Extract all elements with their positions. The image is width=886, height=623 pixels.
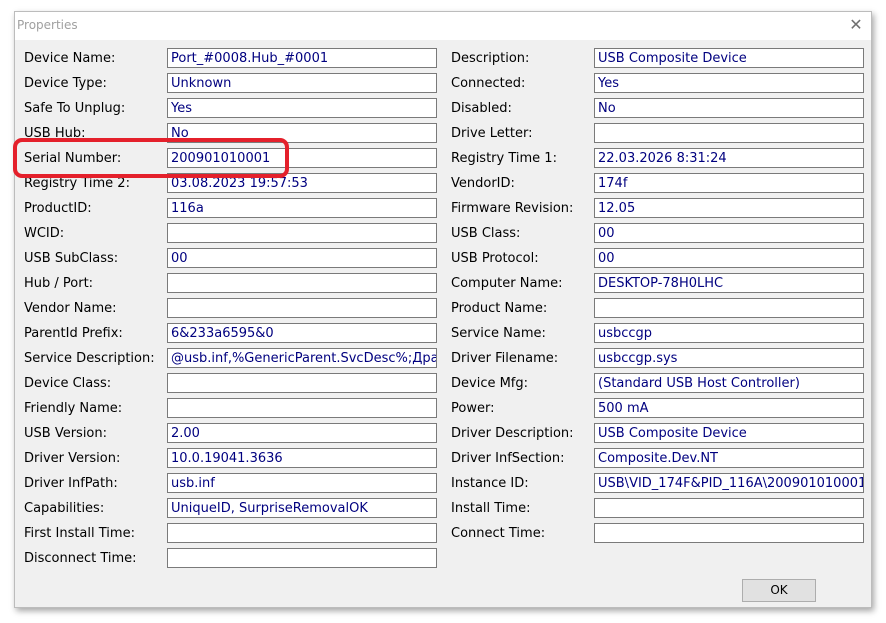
window-title: Properties (17, 18, 78, 32)
property-value-field[interactable] (594, 123, 864, 143)
property-value-field[interactable]: 500 mA (594, 398, 864, 418)
property-value-field[interactable]: No (594, 98, 864, 118)
property-value-field[interactable] (167, 548, 437, 568)
property-label: Service Name: (451, 326, 546, 341)
property-label: Driver InfSection: (451, 451, 565, 466)
property-value-field[interactable]: Composite.Dev.NT (594, 448, 864, 468)
property-value-field[interactable]: Yes (594, 73, 864, 93)
property-value-field[interactable]: usbccgp.sys (594, 348, 864, 368)
right-property-row: Service Name: usbccgp (15, 323, 873, 345)
right-property-row: Install Time: (15, 498, 873, 520)
right-property-row: Description: USB Composite Device (15, 48, 873, 70)
close-icon[interactable]: ✕ (847, 16, 865, 34)
property-label: VendorID: (451, 176, 515, 191)
right-property-row: Device Mfg: (Standard USB Host Controller… (15, 373, 873, 395)
property-label: Registry Time 1: (451, 151, 557, 166)
right-property-row: USB Class: 00 (15, 223, 873, 245)
right-property-row: Drive Letter: (15, 123, 873, 145)
property-label: Disabled: (451, 101, 512, 116)
property-value-field[interactable]: USB Composite Device (594, 423, 864, 443)
property-value-field[interactable] (594, 298, 864, 318)
property-value-field[interactable]: 00 (594, 223, 864, 243)
property-label: Description: (451, 51, 530, 66)
right-property-row: VendorID: 174f (15, 173, 873, 195)
property-label: Instance ID: (451, 476, 529, 491)
property-value-field[interactable]: 00 (594, 248, 864, 268)
property-label: Driver Description: (451, 426, 574, 441)
right-property-row: Disabled: No (15, 98, 873, 120)
property-label: Driver Filename: (451, 351, 559, 366)
property-label: Drive Letter: (451, 126, 533, 141)
property-label: Product Name: (451, 301, 548, 316)
property-label: Install Time: (451, 501, 531, 516)
property-label: Connect Time: (451, 526, 546, 541)
right-property-row: Driver InfSection: Composite.Dev.NT (15, 448, 873, 470)
property-value-field[interactable]: 12.05 (594, 198, 864, 218)
title-bar: Properties ✕ (15, 12, 871, 40)
property-label: Device Mfg: (451, 376, 529, 391)
property-value-field[interactable]: usbccgp (594, 323, 864, 343)
right-property-row: Power: 500 mA (15, 398, 873, 420)
property-label: Disconnect Time: (24, 551, 137, 566)
property-label: Firmware Revision: (451, 201, 574, 216)
right-property-row: Connected: Yes (15, 73, 873, 95)
right-property-row: Connect Time: (15, 523, 873, 545)
right-property-row: Driver Description: USB Composite Device (15, 423, 873, 445)
property-value-field[interactable]: USB\VID_174F&PID_116A\200901010001 (594, 473, 864, 493)
property-value-field[interactable]: DESKTOP-78H0LHC (594, 273, 864, 293)
right-property-row: Firmware Revision: 12.05 (15, 198, 873, 220)
property-label: USB Class: (451, 226, 521, 241)
right-property-row: Driver Filename: usbccgp.sys (15, 348, 873, 370)
property-value-field[interactable] (594, 498, 864, 518)
right-property-row: Registry Time 1: 22.03.2026 8:31:24 (15, 148, 873, 170)
right-property-row: Product Name: (15, 298, 873, 320)
properties-window: Properties ✕ Device Name: Port_#0008.Hub_… (14, 11, 872, 608)
property-label: Power: (451, 401, 495, 416)
property-value-field[interactable] (594, 523, 864, 543)
right-property-row: USB Protocol: 00 (15, 248, 873, 270)
property-value-field[interactable]: 174f (594, 173, 864, 193)
left-property-row: Disconnect Time: (15, 548, 873, 570)
property-label: USB Protocol: (451, 251, 539, 266)
property-value-field[interactable]: (Standard USB Host Controller) (594, 373, 864, 393)
property-label: Computer Name: (451, 276, 563, 291)
property-value-field[interactable]: USB Composite Device (594, 48, 864, 68)
right-property-row: Computer Name: DESKTOP-78H0LHC (15, 273, 873, 295)
property-value-field[interactable]: 22.03.2026 8:31:24 (594, 148, 864, 168)
right-property-row: Instance ID: USB\VID_174F&PID_116A\200901… (15, 473, 873, 495)
ok-button[interactable]: OK (742, 579, 816, 602)
property-label: Connected: (451, 76, 526, 91)
